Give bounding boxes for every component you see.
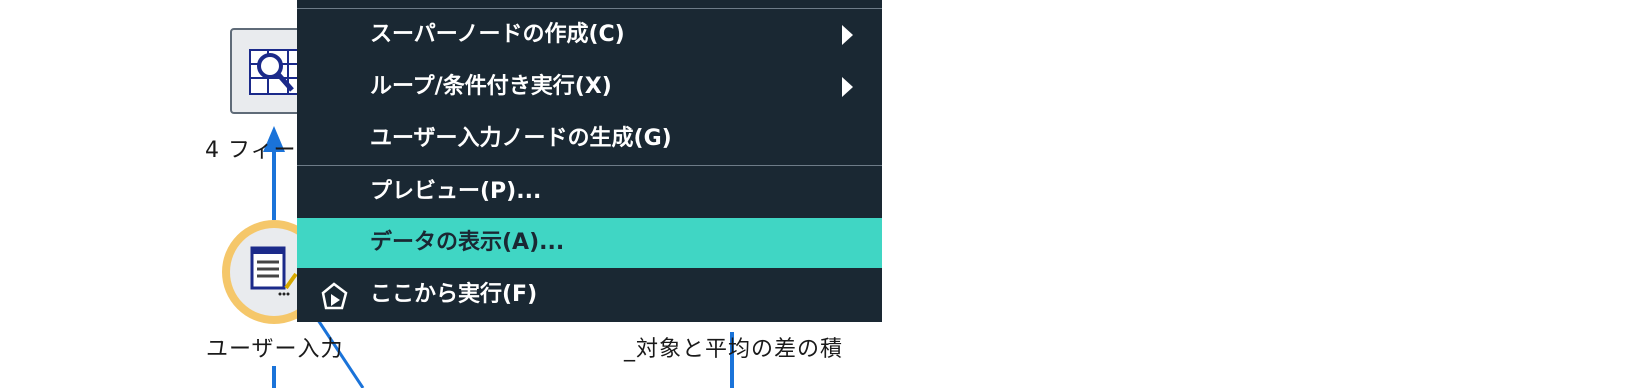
user-input-node-label: ユーザー入力	[206, 337, 344, 362]
menu-item-preview[interactable]: プレビュー(P)...	[297, 166, 882, 218]
menu-item-view-data[interactable]: データの表示(A)...	[297, 218, 882, 268]
filter-node-label: 4 フィー	[205, 138, 297, 163]
context-menu: スーパーノードの作成(C) ループ/条件付き実行(X) ユーザー入力ノードの生成…	[297, 0, 882, 322]
menu-item-create-supernode[interactable]: スーパーノードの作成(C)	[297, 9, 882, 61]
menu-item-label: データの表示(A)...	[370, 230, 565, 255]
menu-item-label: プレビュー(P)...	[370, 179, 542, 204]
menu-item-label: ここから実行(F)	[370, 282, 538, 307]
run-from-here-icon	[321, 282, 348, 310]
submenu-arrow-icon	[842, 25, 853, 45]
submenu-arrow-icon	[842, 77, 853, 97]
menu-item-label: ユーザー入力ノードの生成(G)	[370, 126, 672, 151]
menu-item-label: ループ/条件付き実行(X)	[370, 74, 612, 99]
menu-item-run-from-here[interactable]: ここから実行(F)	[297, 269, 882, 321]
menu-item-generate-user-input-node[interactable]: ユーザー入力ノードの生成(G)	[297, 113, 882, 165]
product-node-label: _対象と平均の差の積	[624, 337, 844, 362]
menu-item-label: スーパーノードの作成(C)	[370, 22, 625, 47]
menu-item-loop-conditional[interactable]: ループ/条件付き実行(X)	[297, 61, 882, 113]
user-input-node-icon	[250, 246, 298, 296]
